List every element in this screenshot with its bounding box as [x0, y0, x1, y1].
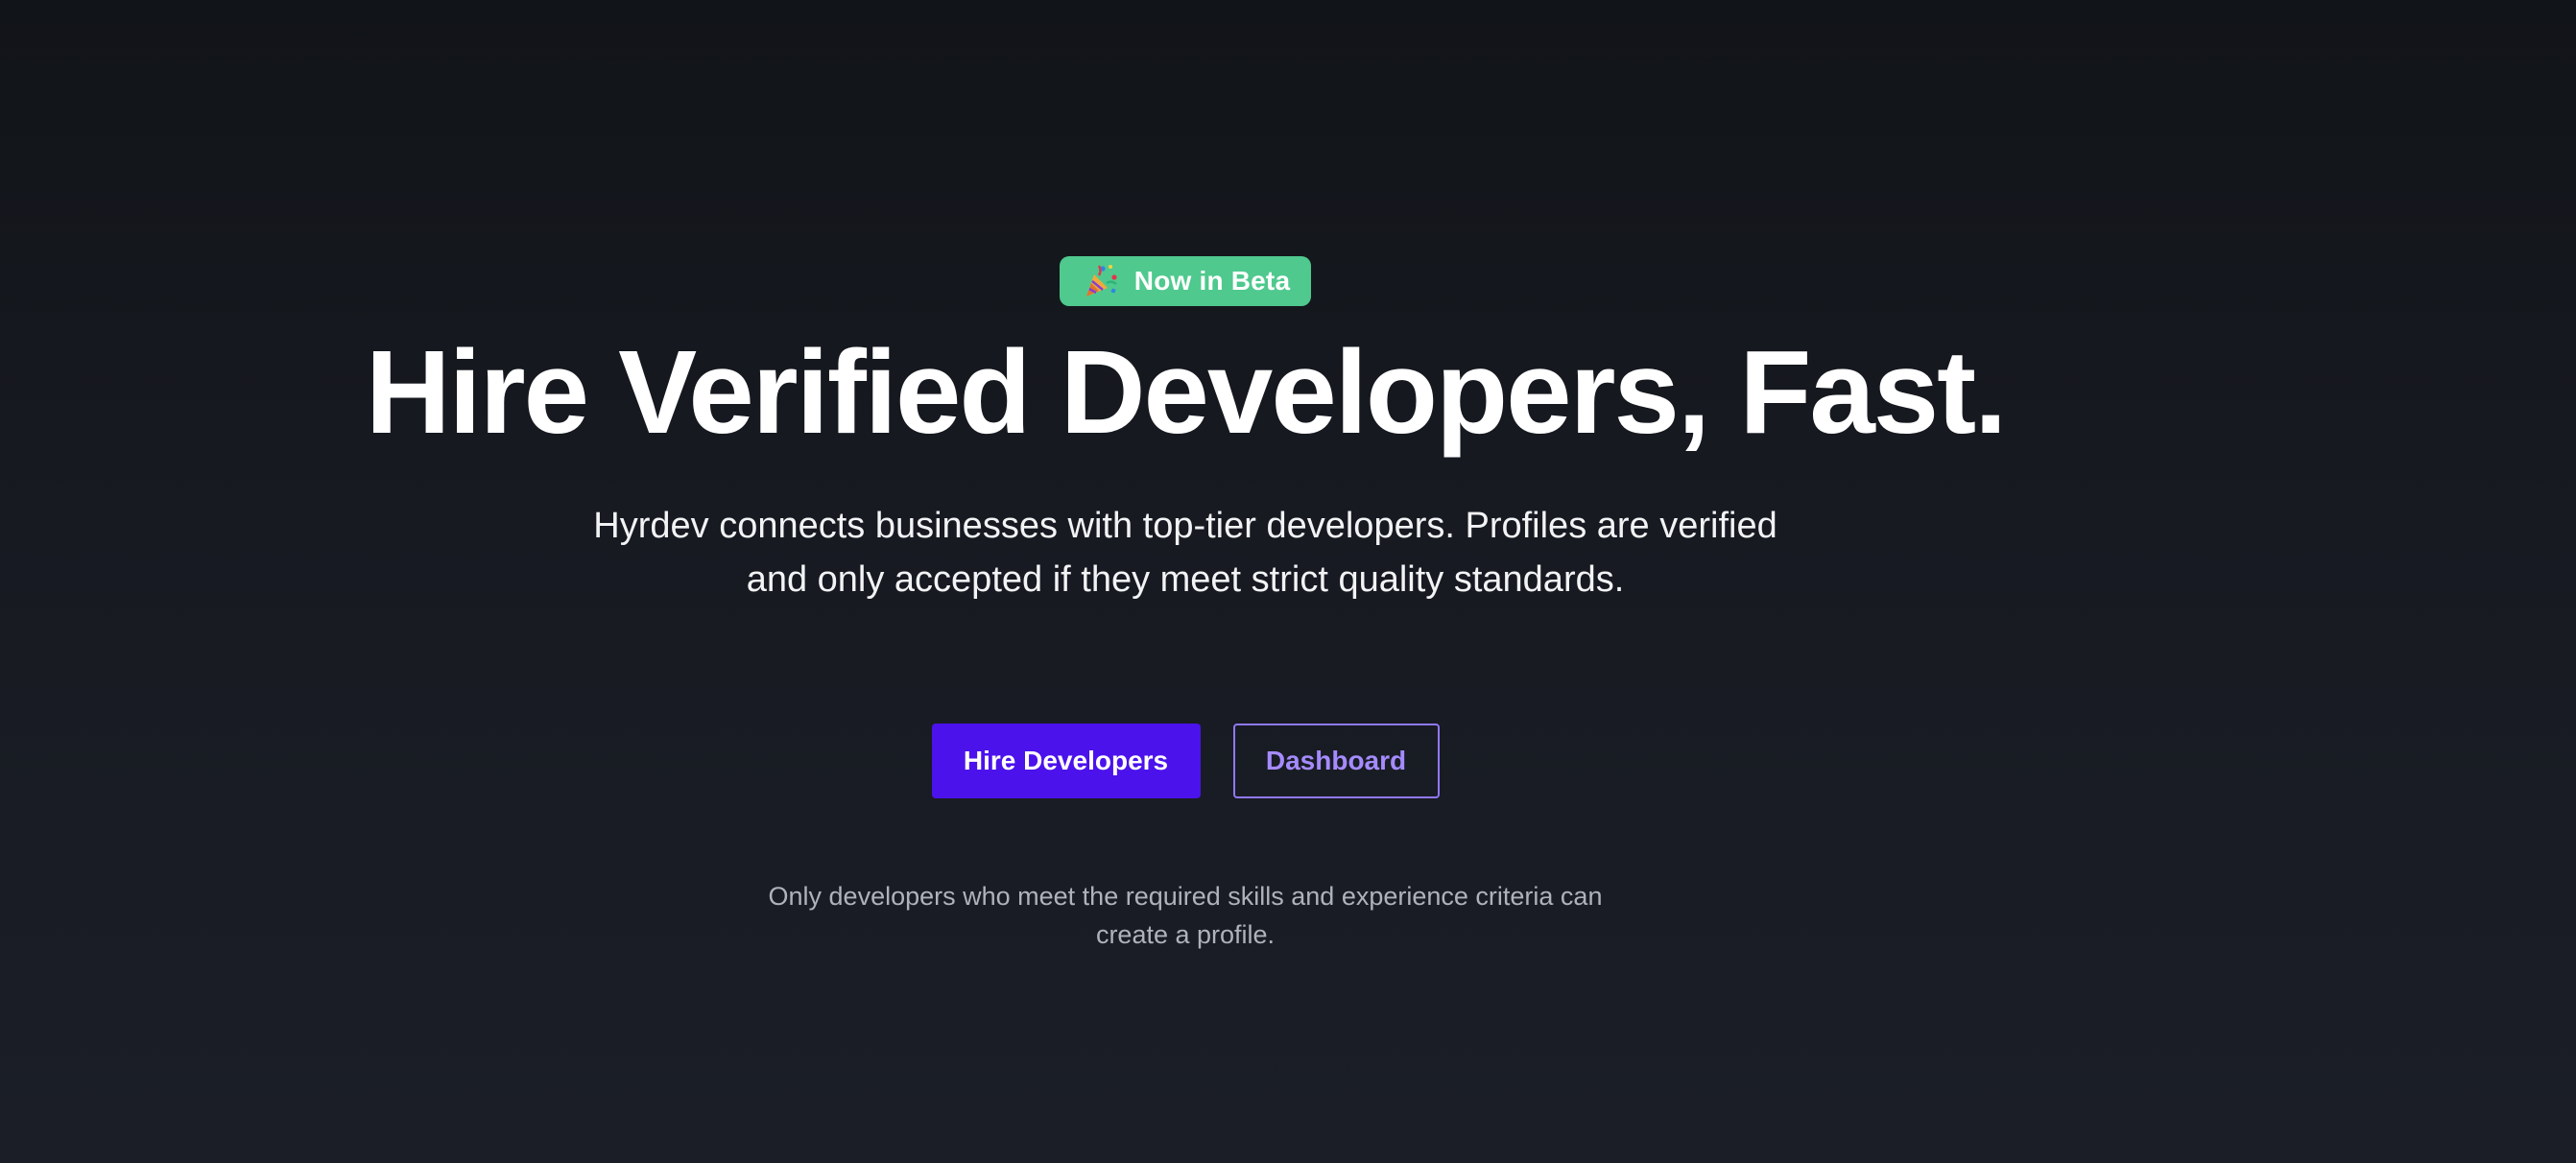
dashboard-button[interactable]: Dashboard: [1232, 724, 1440, 799]
hero-section: Now in Beta Hire Verified Developers, Fa…: [0, 0, 2371, 1163]
beta-badge: Now in Beta: [1059, 256, 1312, 306]
eligibility-note: Only developers who meet the required sk…: [768, 882, 1603, 950]
cta-group: Hire Developers Dashboard: [931, 724, 1440, 799]
hero-description: Hyrdev connects businesses with top-tier…: [593, 506, 1777, 601]
party-popper-icon: [1083, 263, 1119, 299]
beta-badge-label: Now in Beta: [1133, 266, 1291, 296]
hire-developers-button[interactable]: Hire Developers: [931, 724, 1201, 799]
page-headline: Hire Verified Developers, Fast.: [365, 327, 2008, 459]
